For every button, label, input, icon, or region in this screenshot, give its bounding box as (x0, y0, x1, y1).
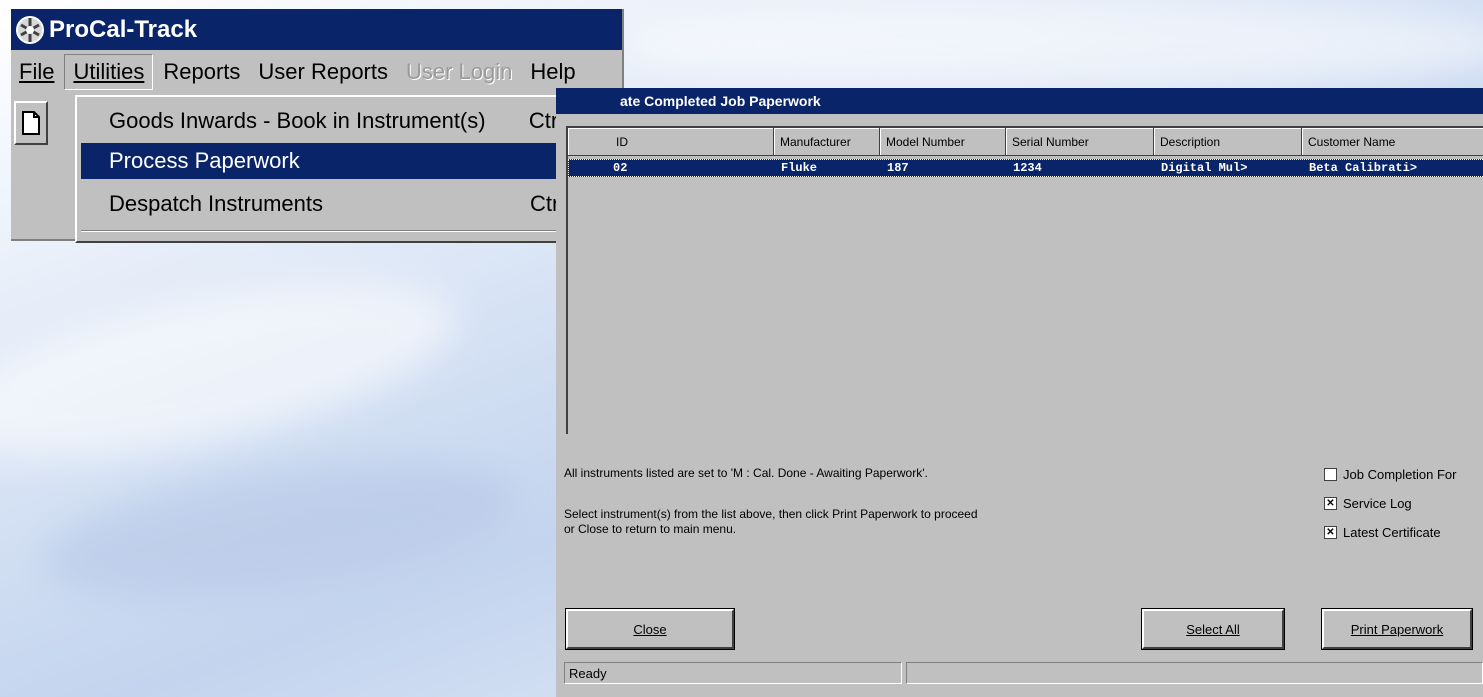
instruction-text-line2: or Close to return to main menu. (564, 522, 737, 536)
button-label: Print Paperwork (1350, 621, 1444, 637)
new-document-icon (22, 111, 40, 135)
menu-user-login: User Login (406, 59, 513, 84)
app-title-bar: ProCal-Track (11, 9, 622, 50)
cell-model-number: 187 (887, 161, 909, 175)
button-label: Close (633, 621, 667, 637)
cell-description: Digital Mul> (1161, 161, 1248, 175)
job-completion-checkbox[interactable]: Job Completion For (1324, 467, 1456, 482)
status-pane-empty (906, 662, 1483, 684)
status-text: Ready (564, 662, 902, 684)
checkbox-unchecked-icon (1324, 468, 1337, 481)
utilities-dropdown-menu: Goods Inwards - Book in Instrument(s) Ct… (75, 95, 623, 243)
menu-item-process-paperwork[interactable]: Process Paperwork (81, 143, 613, 179)
menu-item-despatch-instruments[interactable]: Despatch Instruments Ctrl+D (81, 186, 613, 222)
checkbox-label: Latest Certificate (1343, 525, 1441, 540)
column-header-customer-name[interactable]: Customer Name (1302, 128, 1483, 156)
select-all-button[interactable]: Select All (1142, 609, 1284, 649)
menu-item-goods-inwards[interactable]: Goods Inwards - Book in Instrument(s) Ct… (81, 103, 613, 139)
cell-manufacturer: Fluke (781, 161, 818, 175)
status-info-text: All instruments listed are set to 'M : C… (564, 466, 928, 480)
column-header-description[interactable]: Description (1154, 128, 1302, 156)
dialog-title: ate Completed Job Paperwork (620, 93, 821, 109)
checkbox-checked-icon: ✕ (1324, 497, 1337, 510)
close-button[interactable]: Close (566, 609, 734, 649)
table-row[interactable]: 02 Fluke 187 1234 Digital Mul> Beta Cali… (568, 159, 1483, 177)
service-log-checkbox[interactable]: ✕ Service Log (1324, 496, 1412, 511)
column-header-manufacturer[interactable]: Manufacturer (774, 128, 880, 156)
menu-help[interactable]: Help (522, 55, 583, 89)
print-paperwork-button[interactable]: Print Paperwork (1322, 609, 1472, 649)
menu-item-label: Goods Inwards - Book in Instrument(s) (109, 108, 486, 133)
instruction-text-line1: Select instrument(s) from the list above… (564, 507, 978, 521)
cell-serial-number: 1234 (1013, 161, 1042, 175)
procal-logo-icon (16, 15, 44, 44)
column-header-id[interactable]: ID (568, 128, 774, 156)
new-document-button[interactable] (14, 101, 48, 145)
cell-customer-name: Beta Calibrati> (1309, 161, 1418, 175)
button-label: Select All (1186, 621, 1240, 637)
menu-utilities[interactable]: Utilities (64, 54, 154, 90)
cell-id: 02 (613, 161, 628, 175)
menu-separator (81, 230, 613, 232)
column-header-serial-number[interactable]: Serial Number (1006, 128, 1154, 156)
paperwork-dialog: ate Completed Job Paperwork ID Manufactu… (556, 88, 1483, 697)
app-title: ProCal-Track (49, 15, 198, 43)
menu-file[interactable]: File (11, 55, 62, 89)
menu-item-label: Process Paperwork (109, 148, 300, 173)
instrument-list[interactable]: ID Manufacturer Model Number Serial Numb… (566, 126, 1483, 434)
latest-certificate-checkbox[interactable]: ✕ Latest Certificate (1324, 525, 1441, 540)
checkbox-label: Job Completion For (1343, 467, 1457, 482)
background-streak (620, 0, 1483, 90)
background-streak (0, 247, 469, 493)
checkbox-checked-icon: ✕ (1324, 526, 1337, 539)
status-bar: Ready (564, 662, 1483, 686)
menu-reports[interactable]: Reports (155, 55, 248, 89)
menu-user-reports[interactable]: User Reports (250, 55, 396, 89)
column-header-model-number[interactable]: Model Number (880, 128, 1006, 156)
dialog-title-bar: ate Completed Job Paperwork (556, 88, 1483, 114)
checkbox-label: Service Log (1343, 496, 1412, 511)
menu-item-label: Despatch Instruments (109, 191, 323, 216)
menu-bar: File Utilities Reports User Reports User… (11, 50, 622, 94)
background-streak (33, 437, 527, 623)
